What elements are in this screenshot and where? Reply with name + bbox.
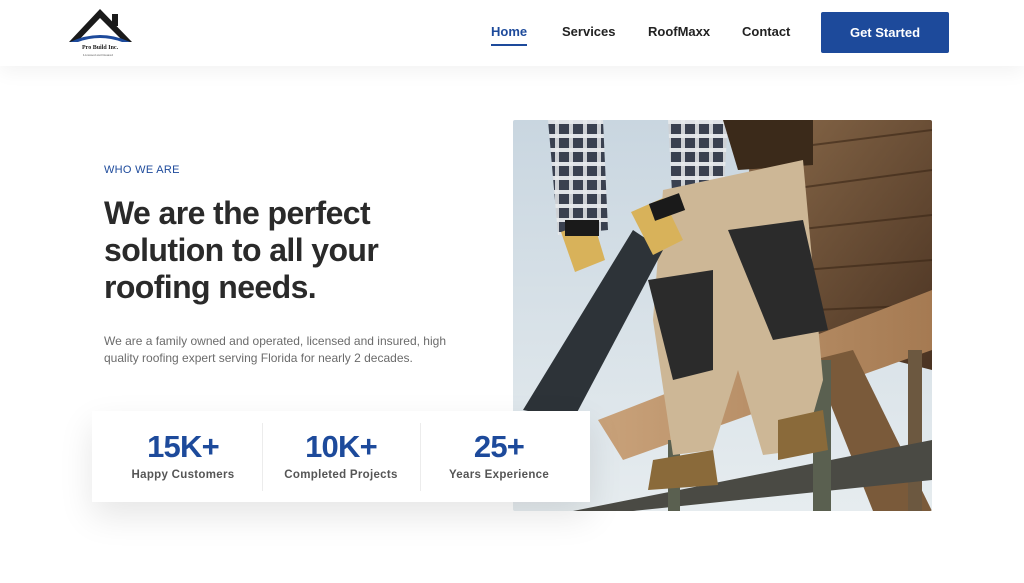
stat-label: Completed Projects — [284, 469, 398, 481]
stat-label: Years Experience — [448, 469, 550, 481]
stat-years-experience: 25+ Years Experience — [420, 411, 578, 502]
brand-name: Pro Build Inc. — [82, 45, 119, 51]
nav-home-label: Home — [491, 24, 528, 39]
get-started-button[interactable]: Get Started — [821, 12, 949, 53]
site-header: Pro Build Inc. Licensed and Insured Home… — [0, 0, 1024, 66]
nav-roofmaxx[interactable]: RoofMaxx — [648, 24, 710, 39]
brand-tagline: Licensed and Insured — [83, 53, 113, 57]
roof-logo-icon — [69, 9, 132, 42]
hero-headline: We are the perfect solution to all your … — [104, 195, 379, 305]
stat-value: 15K+ — [147, 429, 220, 464]
hero-description: We are a family owned and operated, lice… — [104, 334, 446, 365]
nav-services[interactable]: Services — [562, 24, 616, 39]
stat-completed-projects: 10K+ Completed Projects — [262, 411, 420, 502]
section-eyebrow: WHO WE ARE — [104, 164, 180, 176]
stat-value: 25+ — [473, 429, 525, 464]
stat-happy-customers: 15K+ Happy Customers — [104, 411, 262, 502]
nav-home[interactable]: Home — [491, 24, 528, 46]
stats-panel: 15K+ Happy Customers 10K+ Completed Proj… — [92, 411, 590, 502]
brand-logo[interactable]: Pro Build Inc. Licensed and Insured — [66, 6, 136, 58]
stat-value: 10K+ — [305, 429, 378, 464]
nav-contact[interactable]: Contact — [742, 24, 790, 39]
stat-label: Happy Customers — [131, 469, 235, 481]
nav-active-indicator — [491, 44, 528, 46]
